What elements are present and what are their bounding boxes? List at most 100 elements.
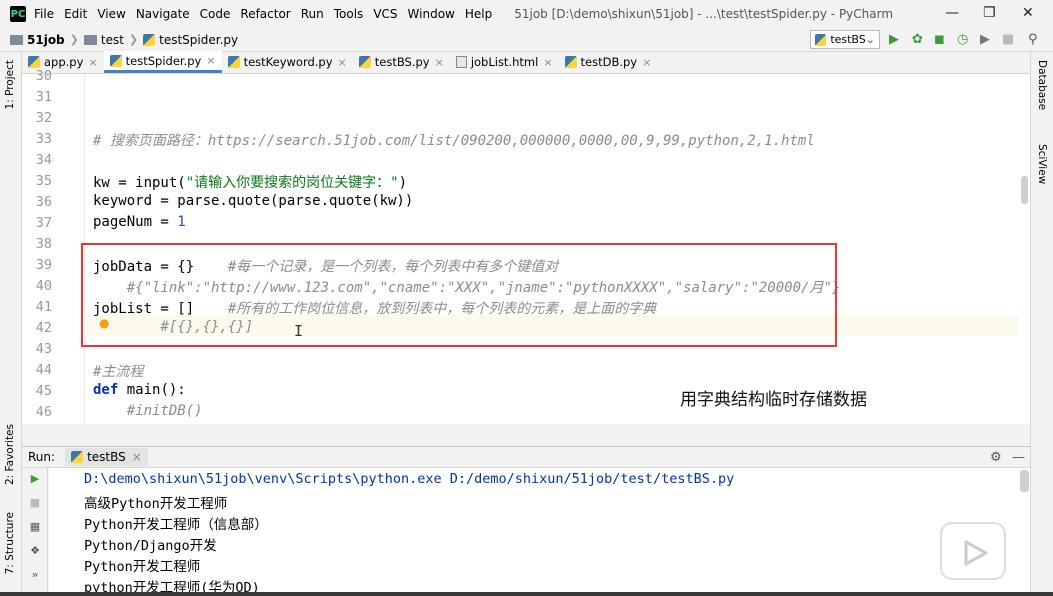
restore-icon[interactable]: ❐ xyxy=(983,5,996,21)
python-file-icon xyxy=(28,56,40,68)
code-line-33: # 搜索页面路径：https://search.51job.com/list/0… xyxy=(93,133,815,149)
close-tab-icon[interactable]: × xyxy=(543,56,552,69)
close-tab-icon[interactable]: × xyxy=(642,56,651,69)
right-tool-strip: Database SciView xyxy=(1030,52,1053,592)
layout-icon[interactable]: ▦ xyxy=(27,520,43,533)
stop-icon[interactable]: ■ xyxy=(27,496,43,509)
more-icon[interactable]: » xyxy=(27,568,43,581)
close-tab-icon[interactable]: × xyxy=(132,450,142,464)
line-number: 36 xyxy=(35,194,52,210)
menu-vcs[interactable]: VCS xyxy=(373,7,397,21)
close-tab-icon[interactable]: × xyxy=(435,56,444,69)
play-button[interactable] xyxy=(940,522,1006,580)
menu-edit[interactable]: Edit xyxy=(64,7,87,21)
line-number: 33 xyxy=(35,131,52,147)
navigation-bar: 51job ❯ test ❯ testSpider.py testBS ⌄ ▶ ✿… xyxy=(0,28,1053,52)
python-file-icon xyxy=(564,56,577,68)
scroll-thumb[interactable] xyxy=(1021,176,1028,204)
coverage-icon[interactable]: ◼ xyxy=(934,32,945,47)
close-icon[interactable]: ✕ xyxy=(1022,5,1034,21)
html-file-icon xyxy=(455,56,467,68)
run-tab[interactable]: testBS × xyxy=(65,448,148,466)
code-line-35: kw = input("请输入你要搜索的岗位关键字：") xyxy=(93,175,408,191)
menu-code[interactable]: Code xyxy=(200,7,231,21)
build-icon[interactable]: ▶ xyxy=(980,32,990,47)
line-number: 43 xyxy=(35,341,52,357)
run-toolbar: ▶ ■ ▦ ❖ » xyxy=(22,468,48,592)
run-config-select[interactable]: testBS ⌄ xyxy=(810,30,880,49)
folder-icon xyxy=(10,34,23,45)
search-icon[interactable]: ⚲ xyxy=(1028,32,1038,47)
menu-refactor[interactable]: Refactor xyxy=(240,7,290,21)
menu-help[interactable]: Help xyxy=(465,7,492,21)
breadcrumb-project[interactable]: 51job xyxy=(10,33,65,47)
minimize-icon[interactable]: — xyxy=(945,5,959,21)
chevron-right-icon: ❯ xyxy=(128,33,139,46)
chevron-right-icon: ❯ xyxy=(69,33,79,46)
profile-icon[interactable]: ◷ xyxy=(957,32,968,47)
project-tool-button[interactable]: 1: Project xyxy=(4,60,16,109)
line-number: 44 xyxy=(35,362,52,378)
code-line-36: keyword = parse.quote(parse.quote(kw)) xyxy=(93,193,414,209)
video-progress-bar[interactable] xyxy=(0,592,1053,596)
structure-tool-button[interactable]: 7: Structure xyxy=(4,512,16,574)
rerun-icon[interactable]: ▶ xyxy=(27,472,43,485)
menu-view[interactable]: View xyxy=(97,7,125,21)
line-number: 37 xyxy=(35,215,52,231)
tab-joblist-html[interactable]: jobList.html × xyxy=(450,51,559,73)
chevron-down-icon: ⌄ xyxy=(865,33,875,46)
console-line: Python开发工程师 xyxy=(84,559,201,575)
run-icon[interactable]: ▶ xyxy=(889,32,899,47)
close-tab-icon[interactable]: × xyxy=(206,54,215,67)
close-tab-icon[interactable]: × xyxy=(338,56,347,69)
console-line: D:\demo\shixun\51job\venv\Scripts\python… xyxy=(84,471,735,487)
database-tool-button[interactable]: Database xyxy=(1036,60,1048,110)
line-number: 38 xyxy=(35,236,52,252)
python-file-icon xyxy=(71,451,84,463)
tab-testkeyword-py[interactable]: testKeyword.py × xyxy=(222,51,353,73)
menu-bar: PC File Edit View Navigate Code Refactor… xyxy=(0,0,1053,28)
line-number: 40 xyxy=(35,278,52,294)
python-file-icon xyxy=(109,54,122,67)
folder-icon xyxy=(83,34,97,45)
close-tab-icon[interactable]: × xyxy=(88,56,97,69)
stop-icon[interactable]: ■ xyxy=(1002,32,1014,47)
menu-window[interactable]: Window xyxy=(408,7,455,21)
line-number: 30 xyxy=(35,68,52,84)
code-line-46: #initDB() xyxy=(93,403,203,419)
menu-tools[interactable]: Tools xyxy=(334,7,364,21)
breadcrumb-file[interactable]: testSpider.py xyxy=(143,33,238,47)
line-number: 45 xyxy=(35,383,52,399)
minimize-panel-icon[interactable]: — xyxy=(1012,450,1025,465)
annotation-text: 用字典结构临时存储数据 xyxy=(680,390,867,410)
console-line: Python开发工程师（信息部） xyxy=(84,517,268,533)
editor-gutter: 30 31 32 33 34 35 36 37 38 39 40 41 42 4… xyxy=(22,68,84,424)
favorites-tool-button[interactable]: 2: Favorites xyxy=(4,424,16,485)
console-scrollbar[interactable] xyxy=(1020,470,1029,492)
line-number: 32 xyxy=(35,110,52,126)
python-file-icon xyxy=(143,33,156,46)
sciview-tool-button[interactable]: SciView xyxy=(1036,144,1048,184)
code-line-44: #主流程 xyxy=(93,364,144,380)
line-number: 39 xyxy=(35,257,52,273)
tab-testdb-py[interactable]: testDB.py × xyxy=(559,51,658,73)
code-line-45: def main(): xyxy=(93,382,186,398)
gear-icon[interactable]: ⚙ xyxy=(990,450,1002,465)
console-output[interactable]: D:\demo\shixun\51job\venv\Scripts\python… xyxy=(49,468,1030,592)
run-tool-header: Run: testBS × ⚙ — xyxy=(22,446,1030,468)
code-line-37: pageNum = 1 xyxy=(93,214,186,230)
python-file-icon xyxy=(358,56,371,68)
tab-testspider-py[interactable]: testSpider.py × xyxy=(103,51,222,73)
pycharm-logo-icon: PC xyxy=(10,6,26,22)
line-number: 42 xyxy=(35,320,52,336)
debug-icon[interactable]: ✿ xyxy=(912,32,923,47)
menu-navigate[interactable]: Navigate xyxy=(136,7,190,21)
tab-testbs-py[interactable]: testBS.py × xyxy=(353,51,450,73)
editor-scrollbar[interactable] xyxy=(1018,74,1030,424)
console-line: Python/Django开发 xyxy=(84,538,217,554)
highlight-box xyxy=(81,243,837,347)
menu-run[interactable]: Run xyxy=(301,7,324,21)
breadcrumb-folder[interactable]: test xyxy=(83,33,124,47)
pin-icon[interactable]: ❖ xyxy=(27,544,43,557)
menu-file[interactable]: File xyxy=(34,7,54,21)
